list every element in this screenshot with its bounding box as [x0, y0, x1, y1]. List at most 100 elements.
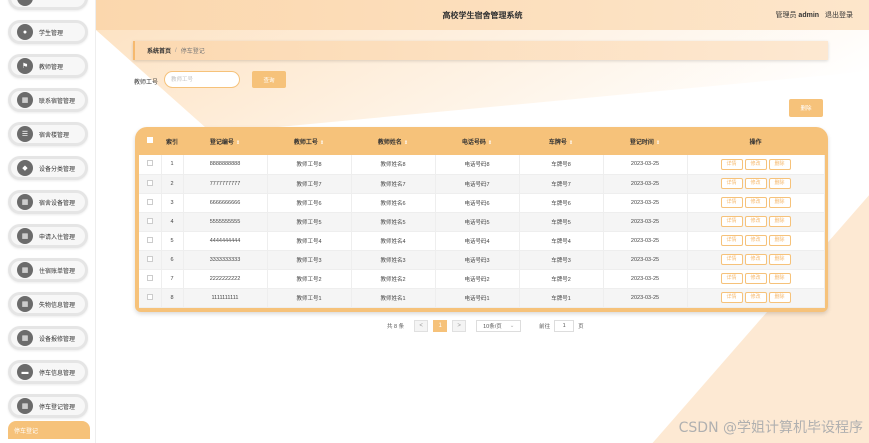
sidebar-item[interactable]: ▦ 失物信息管理 [8, 292, 88, 316]
jump-page-input[interactable]: 1 [554, 320, 575, 332]
next-page-button[interactable]: > [452, 320, 467, 332]
breadcrumb-current: 停车登记 [180, 49, 205, 55]
sort-icon[interactable]: ⇕ [320, 140, 324, 146]
sidebar-item[interactable]: ▦ 停车登记管理 [8, 394, 88, 418]
sidebar-item[interactable]: ▬ 停车信息管理 [8, 360, 88, 384]
table-cell: 教师工号2 [267, 269, 352, 289]
edit-button[interactable]: 修改 [744, 273, 767, 284]
detail-button[interactable]: 详情 [720, 178, 743, 189]
data-table: 索引 登记编号 ⇕ 教师工号 ⇕ 教师姓名 ⇕ 电话号码 ⇕ 车牌号 ⇕ 登记时间 ⇕ 操作… [135, 127, 828, 312]
sort-icon[interactable]: ⇕ [488, 140, 492, 146]
table-row: 3 6666666666 教师工号6 教师姓名6 电话号码6 车牌号6 2023-03-25… [139, 193, 825, 213]
table-row: 4 5555555555 教师工号5 教师姓名5 电话号码5 车牌号5 2023-03-25… [139, 212, 825, 232]
sidebar-item-label: 停车登记管理 [39, 404, 76, 411]
table-row: 1 8888888888 教师工号8 教师姓名8 电话号码8 车牌号8 2023-03-25… [139, 155, 825, 175]
grid-icon: ▦ [17, 228, 33, 244]
detail-button[interactable]: 详情 [720, 254, 743, 265]
delete-button[interactable]: 删除 [768, 235, 791, 246]
detail-button[interactable]: 详情 [720, 158, 743, 170]
edit-button[interactable]: 修改 [744, 292, 767, 303]
table-cell: 车牌号2 [519, 269, 604, 289]
edit-button[interactable]: 修改 [744, 216, 767, 227]
search-input[interactable] [164, 71, 240, 88]
table-cell: 2 [161, 174, 184, 194]
delete-button[interactable]: 删除 [768, 178, 791, 189]
sidebar-item[interactable]: ▦ 申请入住管理 [8, 224, 88, 248]
row-checkbox[interactable] [146, 236, 153, 243]
page-title: 高校学生宿舍管理系统 [442, 11, 523, 20]
table-cell: 6666666666 [183, 193, 268, 213]
sidebar-item-label: 申请入住管理 [39, 234, 76, 241]
edit-button[interactable]: 修改 [744, 197, 767, 208]
select-all-checkbox[interactable] [147, 137, 153, 143]
pin-icon: ◆ [17, 160, 33, 176]
breadcrumb-home[interactable]: 系统首页 [147, 46, 171, 55]
page-number-current[interactable]: 1 [433, 320, 448, 332]
row-checkbox[interactable] [146, 274, 153, 281]
sidebar: ● ● 学生管理 ⚑ 教师管理 ▦ 联系宿管管理 ☰ 宿舍楼管理 ◆ 设备分类管理 ▦ 宿舍设备管理 ▦ 申… [0, 0, 96, 443]
page-size-select[interactable]: 10条/页 ⌄ [476, 320, 522, 332]
table-cell: 电话号码4 [435, 231, 520, 251]
select-all-cell [139, 127, 161, 155]
row-checkbox[interactable] [146, 198, 153, 205]
detail-button[interactable]: 详情 [720, 216, 743, 227]
prev-page-button[interactable]: < [414, 320, 429, 332]
delete-button[interactable]: 删除 [768, 273, 791, 284]
sort-icon[interactable]: ⇕ [404, 140, 408, 146]
table-cell: 7777777777 [183, 174, 268, 194]
row-actions: 详情 修改 删除 [687, 155, 825, 175]
delete-button[interactable]: 删除 [768, 158, 791, 170]
sidebar-item[interactable]: ▦ 设备报修管理 [8, 326, 88, 350]
sidebar-item[interactable]: ◆ 设备分类管理 [8, 156, 88, 180]
delete-button[interactable]: 删除 [768, 197, 791, 208]
logout-link[interactable]: 退出登录 [825, 12, 853, 19]
column-header[interactable]: 电话号码 ⇕ [435, 127, 519, 155]
sidebar-item[interactable]: ⚑ 教师管理 [8, 54, 88, 78]
table-cell: 8888888888 [183, 155, 268, 175]
edit-button[interactable]: 修改 [744, 235, 767, 246]
sort-icon[interactable]: ⇕ [236, 140, 240, 146]
detail-button[interactable]: 详情 [720, 235, 743, 246]
column-header[interactable]: 登记编号 ⇕ [183, 127, 267, 155]
detail-button[interactable]: 详情 [720, 292, 743, 303]
table-cell: 教师工号4 [267, 231, 352, 251]
breadcrumb-separator: / [175, 47, 177, 54]
search-button[interactable]: 查询 [252, 71, 286, 88]
sort-icon[interactable]: ⇕ [656, 140, 660, 146]
table-cell: 6 [161, 250, 184, 270]
row-checkbox[interactable] [146, 160, 153, 167]
edit-button[interactable]: 修改 [744, 254, 767, 265]
sidebar-item[interactable]: ▦ 联系宿管管理 [8, 88, 88, 112]
sidebar-item-active[interactable]: 停车登记 [8, 421, 90, 439]
row-checkbox[interactable] [146, 217, 153, 224]
column-header[interactable]: 车牌号 ⇕ [519, 127, 603, 155]
row-checkbox[interactable] [146, 255, 153, 262]
delete-button[interactable]: 删除 [768, 254, 791, 265]
delete-button[interactable]: 删除 [768, 292, 791, 303]
edit-button[interactable]: 修改 [744, 158, 767, 170]
batch-delete-button[interactable]: 删除 [789, 99, 823, 117]
delete-button[interactable]: 删除 [768, 216, 791, 227]
edit-button[interactable]: 修改 [744, 178, 767, 189]
table-cell: 电话号码1 [435, 288, 520, 308]
row-checkbox-cell [139, 250, 162, 270]
detail-button[interactable]: 详情 [720, 273, 743, 284]
jump-prefix: 前往 [539, 324, 551, 330]
column-header[interactable]: 登记时间 ⇕ [603, 127, 687, 155]
table-cell: 车牌号6 [519, 193, 604, 213]
sidebar-item[interactable]: ▦ 住宿账单管理 [8, 258, 88, 282]
table-cell: 电话号码8 [435, 155, 520, 175]
row-checkbox[interactable] [146, 293, 153, 300]
column-header: 索引 [165, 139, 178, 146]
table-cell: 教师工号7 [267, 174, 352, 194]
detail-button[interactable]: 详情 [720, 197, 743, 208]
sort-icon[interactable]: ⇕ [569, 140, 573, 146]
column-header[interactable]: 教师姓名 ⇕ [351, 127, 435, 155]
table-cell: 2023-03-25 [603, 155, 688, 175]
sidebar-item[interactable]: ▦ 宿舍设备管理 [8, 190, 88, 214]
sidebar-item[interactable]: ● [8, 0, 88, 10]
row-checkbox[interactable] [146, 179, 153, 186]
sidebar-item[interactable]: ● 学生管理 [8, 20, 88, 44]
sidebar-item[interactable]: ☰ 宿舍楼管理 [8, 122, 88, 146]
column-header[interactable]: 教师工号 ⇕ [267, 127, 351, 155]
